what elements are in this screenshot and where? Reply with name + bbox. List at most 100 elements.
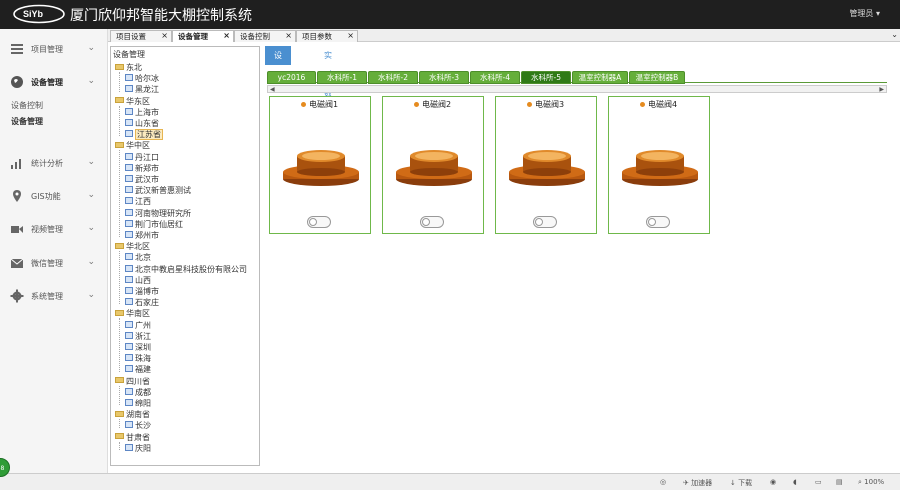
horizontal-scrollbar[interactable]: ◀ ▶ bbox=[267, 85, 887, 93]
tree-leaf[interactable]: 河南物理研究所 bbox=[125, 208, 191, 219]
tree-leaf[interactable]: 江西 bbox=[125, 196, 151, 207]
station-tab[interactable]: 水科所-2 bbox=[368, 71, 418, 84]
screen-icon[interactable]: ▭ bbox=[815, 478, 822, 486]
sidebar-sub-device-manage[interactable]: 设备管理 bbox=[11, 116, 43, 127]
scroll-right-icon[interactable]: ▶ bbox=[879, 86, 884, 93]
close-icon[interactable]: × bbox=[161, 31, 168, 40]
device-tree-panel: 设备管理 东北 哈尔冰 黑龙江 华东区 上海市 山东省 江苏省 华中区 丹江口 新郑市 武汉市 武汉新… bbox=[110, 46, 260, 466]
tab-device-control[interactable]: 设备控制 × bbox=[234, 30, 296, 42]
sidebar-item-video[interactable]: 视频管理 ⌄ bbox=[0, 213, 108, 245]
double-chevron-down-icon[interactable]: ⌄ bbox=[891, 30, 898, 39]
tab-project-params[interactable]: 项目参数 × bbox=[296, 30, 358, 42]
tree-group-label: 华东区 bbox=[126, 96, 150, 106]
tree-group[interactable]: 华中区 bbox=[115, 140, 150, 151]
station-tab[interactable]: 温室控制器A bbox=[572, 71, 628, 84]
tree-leaf[interactable]: 北京中教启星科技股份有限公司 bbox=[125, 264, 247, 275]
station-tab[interactable]: 水科所-3 bbox=[419, 71, 469, 84]
download-icon: ↓ bbox=[730, 479, 739, 487]
tree-leaf[interactable]: 荆门市仙居红 bbox=[125, 219, 183, 230]
tab-label: 设备管理 bbox=[178, 32, 208, 41]
tree-leaf-label: 庆阳 bbox=[135, 443, 151, 453]
browser-icon[interactable]: ◉ bbox=[770, 478, 776, 486]
tree-leaf[interactable]: 深圳 bbox=[125, 342, 151, 353]
user-menu[interactable]: 管理员 ▾ bbox=[849, 8, 880, 19]
accelerator[interactable]: ✈ 加速器 bbox=[683, 478, 712, 488]
download[interactable]: ↓ 下载 bbox=[730, 478, 752, 488]
tree-leaf[interactable]: 浙江 bbox=[125, 331, 151, 342]
folder-icon bbox=[115, 309, 124, 316]
tree-group[interactable]: 湖南省 bbox=[115, 409, 150, 420]
tree-group[interactable]: 甘肃省 bbox=[115, 432, 150, 443]
tree-leaf[interactable]: 新郑市 bbox=[125, 163, 159, 174]
station-tab[interactable]: 水科所-1 bbox=[317, 71, 367, 84]
sidebar-item-system[interactable]: 系统管理 ⌄ bbox=[0, 280, 108, 312]
device-icon bbox=[125, 175, 133, 182]
tree-group[interactable]: 华东区 bbox=[115, 96, 150, 107]
tab-realtime-data[interactable]: 实时数据 bbox=[315, 46, 341, 117]
tree-leaf[interactable]: 黑龙江 bbox=[125, 84, 159, 95]
tree-leaf[interactable]: 上海市 bbox=[125, 107, 159, 118]
sidebar-item-project[interactable]: 项目管理 ⌄ bbox=[0, 33, 108, 65]
close-icon[interactable]: × bbox=[223, 31, 230, 40]
station-tab[interactable]: 温室控制器B bbox=[629, 71, 685, 84]
tree-leaf[interactable]: 郑州市 bbox=[125, 230, 159, 241]
station-tab[interactable]: 水科所-5 bbox=[521, 71, 571, 84]
close-icon[interactable]: × bbox=[285, 31, 292, 40]
valve-toggle[interactable] bbox=[420, 216, 444, 228]
tree-leaf[interactable]: 珠海 bbox=[125, 353, 151, 364]
valve-card: 电磁阀1 bbox=[269, 96, 371, 234]
tree-leaf[interactable]: 山东省 bbox=[125, 118, 159, 129]
tab-label: 项目设置 bbox=[116, 32, 146, 41]
tree-leaf[interactable]: 福建 bbox=[125, 364, 151, 375]
sidebar-item-label: GIS功能 bbox=[31, 192, 61, 201]
sidebar-item-gis[interactable]: GIS功能 ⌄ bbox=[0, 180, 108, 212]
tree-leaf[interactable]: 淄博市 bbox=[125, 286, 159, 297]
tree-leaf[interactable]: 北京 bbox=[125, 252, 151, 263]
tree-group[interactable]: 四川省 bbox=[115, 376, 150, 387]
valve-toggle[interactable] bbox=[646, 216, 670, 228]
sidebar-item-stats[interactable]: 统计分析 ⌄ bbox=[0, 147, 108, 179]
tab-device-manage[interactable]: 设备管理 × bbox=[172, 30, 234, 42]
speaker-icon[interactable]: ◖ bbox=[793, 478, 797, 486]
tree-leaf[interactable]: 哈尔冰 bbox=[125, 73, 159, 84]
valve-name: 电磁阀1 bbox=[309, 100, 339, 109]
tree-leaf[interactable]: 武汉新普惠测试 bbox=[125, 185, 191, 196]
valve-icon bbox=[622, 150, 698, 186]
tree-leaf[interactable]: 山西 bbox=[125, 275, 151, 286]
device-icon bbox=[125, 387, 133, 395]
zoom-control[interactable]: ⌕ 100% bbox=[858, 478, 884, 487]
tree-leaf[interactable]: 庆阳 bbox=[125, 443, 151, 454]
tree-leaf-label: 江西 bbox=[135, 197, 151, 207]
tree-leaf[interactable]: 武汉市 bbox=[125, 174, 159, 185]
sidebar-item-device[interactable]: 设备管理 ⌄ bbox=[0, 66, 108, 98]
tab-device-control-view[interactable]: 设备控制 bbox=[265, 46, 291, 117]
device-icon bbox=[125, 208, 133, 216]
tree-leaf[interactable]: 江苏省 bbox=[125, 129, 163, 141]
settings-icon[interactable]: ▤ bbox=[836, 478, 843, 486]
valve-toggle[interactable] bbox=[533, 216, 557, 228]
valve-toggle[interactable] bbox=[307, 216, 331, 228]
close-icon[interactable]: × bbox=[347, 31, 354, 40]
tree-leaf[interactable]: 石家庄 bbox=[125, 297, 159, 308]
scroll-left-icon[interactable]: ◀ bbox=[270, 86, 275, 93]
sidebar-sub-device-control[interactable]: 设备控制 bbox=[11, 100, 43, 111]
device-icon bbox=[125, 287, 133, 294]
station-tab[interactable]: yc2016 bbox=[267, 71, 316, 84]
sidebar-item-wechat[interactable]: 微信管理 ⌄ bbox=[0, 247, 108, 279]
tree-connector bbox=[119, 318, 120, 372]
tree-group[interactable]: 华北区 bbox=[115, 241, 150, 252]
tree-leaf[interactable]: 广州 bbox=[125, 320, 151, 331]
tree-group[interactable]: 华南区 bbox=[115, 308, 150, 319]
page-tabs: 项目设置 × 设备管理 × 设备控制 × 项目参数 × ⌄ bbox=[108, 29, 900, 42]
tree-leaf[interactable]: 绵阳 bbox=[125, 398, 151, 409]
station-tab[interactable]: 水科所-4 bbox=[470, 71, 520, 84]
tab-project-settings[interactable]: 项目设置 × bbox=[110, 30, 172, 42]
tree-leaf[interactable]: 丹江口 bbox=[125, 152, 159, 163]
sidebar-item-label: 微信管理 bbox=[31, 259, 63, 268]
tree-leaf[interactable]: 成都 bbox=[125, 387, 151, 398]
tree-leaf[interactable]: 长沙 bbox=[125, 420, 151, 431]
project-icon bbox=[11, 44, 23, 54]
status-dot-icon bbox=[640, 102, 645, 107]
sync-icon[interactable]: ◎ bbox=[660, 478, 666, 486]
device-icon bbox=[125, 186, 133, 194]
